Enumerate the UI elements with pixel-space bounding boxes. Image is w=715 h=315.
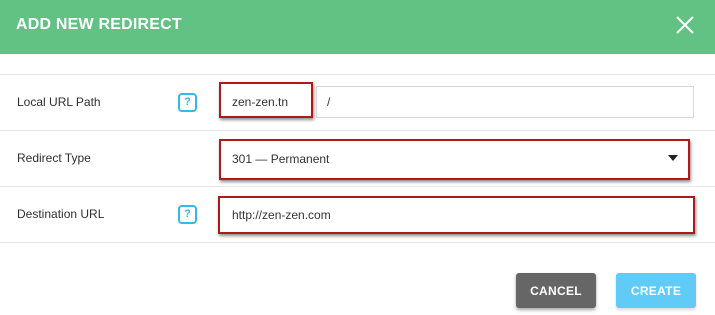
destination-highlight (218, 196, 695, 234)
path-input[interactable]: / (316, 86, 694, 118)
close-icon (676, 16, 694, 34)
dialog-header: ADD NEW REDIRECT (0, 0, 715, 54)
destination-help-icon[interactable]: ? (178, 205, 197, 224)
row-divider (0, 242, 715, 243)
redirect-type-highlight (219, 139, 690, 180)
row-divider (0, 74, 715, 75)
domain-highlight (219, 82, 313, 118)
cancel-button[interactable]: CANCEL (516, 273, 596, 308)
create-button[interactable]: CREATE (616, 273, 696, 308)
dialog-title: ADD NEW REDIRECT (16, 16, 182, 33)
close-button[interactable] (672, 12, 698, 38)
local-url-help-icon[interactable]: ? (178, 93, 197, 112)
row-divider (0, 186, 715, 187)
redirect-type-label: Redirect Type (17, 151, 91, 165)
row-divider (0, 130, 715, 131)
local-url-label: Local URL Path (17, 95, 101, 109)
destination-url-label: Destination URL (17, 207, 105, 221)
